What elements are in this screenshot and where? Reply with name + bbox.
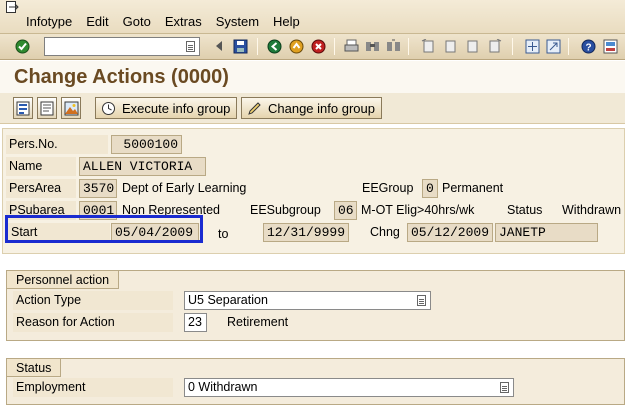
change-date-value: 05/12/2009 bbox=[407, 223, 493, 242]
eegroup-code: 0 bbox=[422, 179, 438, 198]
back-icon[interactable] bbox=[266, 38, 282, 54]
menu-help[interactable]: Help bbox=[273, 14, 300, 29]
persarea-code: 3570 bbox=[79, 179, 117, 198]
status-group: Status Employment 0 Withdrawn bbox=[6, 358, 625, 405]
help-icon[interactable]: ? bbox=[580, 38, 596, 54]
print-icon[interactable] bbox=[343, 38, 359, 54]
eegroup-label: EEGroup bbox=[362, 181, 414, 195]
menu-bar: Infotype Edit Goto Extras System Help bbox=[0, 0, 625, 34]
change-info-group-label: Change info group bbox=[268, 100, 375, 116]
eesubgroup-text: M-OT Elig>40hrs/wk bbox=[361, 203, 475, 217]
action-type-value: U5 Separation bbox=[188, 293, 268, 307]
status-text: Withdrawn bbox=[562, 203, 622, 217]
pers-no-value: 5000100 bbox=[111, 135, 182, 154]
employment-dropdown[interactable]: 0 Withdrawn bbox=[184, 378, 514, 397]
dropdown-icon[interactable] bbox=[500, 382, 509, 393]
menu-extras[interactable]: Extras bbox=[165, 14, 202, 29]
personnel-action-group: Personnel action Action Type U5 Separati… bbox=[6, 270, 625, 341]
picture-icon[interactable] bbox=[61, 97, 81, 119]
execute-info-group-button[interactable]: Execute info group bbox=[95, 97, 238, 119]
menu-goto[interactable]: Goto bbox=[123, 14, 151, 29]
personnel-action-title: Personnel action bbox=[7, 271, 120, 289]
cancel-icon[interactable] bbox=[310, 38, 326, 54]
change-info-group-button[interactable]: Change info group bbox=[241, 97, 382, 119]
find-icon[interactable] bbox=[364, 38, 380, 54]
clock-icon bbox=[100, 100, 116, 116]
pers-no-label: Pers.No. bbox=[6, 135, 108, 154]
name-value: ALLEN VICTORIA bbox=[79, 157, 206, 176]
svg-text:?: ? bbox=[585, 42, 591, 53]
eegroup-text: Permanent bbox=[442, 181, 504, 195]
exit-icon[interactable] bbox=[288, 38, 304, 54]
layout-icon[interactable] bbox=[602, 38, 618, 54]
system-menu-icon[interactable] bbox=[6, 1, 20, 14]
save-icon[interactable] bbox=[232, 38, 248, 54]
title-bar: Change Actions (0000) bbox=[0, 61, 625, 93]
back-arrow-icon[interactable] bbox=[211, 38, 227, 54]
next-page-icon[interactable] bbox=[464, 38, 480, 54]
reason-code-input[interactable]: 23 bbox=[184, 313, 207, 332]
persarea-label: PersArea bbox=[6, 179, 76, 198]
menu-infotype[interactable]: Infotype bbox=[26, 14, 72, 29]
application-toolbar: Execute info group Change info group bbox=[0, 93, 625, 124]
persarea-text: Dept of Early Learning bbox=[122, 181, 247, 195]
dropdown-icon[interactable] bbox=[417, 295, 426, 306]
status-group-title: Status bbox=[7, 359, 62, 377]
find-next-icon[interactable] bbox=[385, 38, 401, 54]
execute-info-group-label: Execute info group bbox=[122, 100, 231, 116]
reason-label: Reason for Action bbox=[13, 313, 173, 332]
employment-value: 0 Withdrawn bbox=[188, 380, 258, 394]
to-label: to bbox=[218, 227, 229, 241]
end-date-value: 12/31/9999 bbox=[263, 223, 349, 242]
content-area: Pers.No. 5000100 Name ALLEN VICTORIA Per… bbox=[0, 124, 625, 405]
chng-label: Chng bbox=[370, 225, 400, 239]
eesubgroup-label: EESubgroup bbox=[250, 203, 321, 217]
command-field[interactable] bbox=[44, 37, 200, 56]
previous-page-icon[interactable] bbox=[442, 38, 458, 54]
name-label: Name bbox=[6, 157, 76, 176]
action-type-label: Action Type bbox=[13, 291, 173, 310]
overview-icon[interactable] bbox=[13, 97, 33, 119]
menu-system[interactable]: System bbox=[216, 14, 259, 29]
first-page-icon[interactable] bbox=[420, 38, 436, 54]
eesubgroup-code: 06 bbox=[334, 201, 357, 220]
status-label: Status bbox=[507, 203, 543, 217]
menu-edit[interactable]: Edit bbox=[86, 14, 108, 29]
pencil-icon bbox=[246, 100, 262, 116]
document-icon[interactable] bbox=[37, 97, 57, 119]
action-type-dropdown[interactable]: U5 Separation bbox=[184, 291, 431, 310]
create-session-icon[interactable] bbox=[524, 38, 540, 54]
last-page-icon[interactable] bbox=[486, 38, 502, 54]
start-date-highlight bbox=[5, 215, 203, 243]
page-title: Change Actions (0000) bbox=[14, 66, 229, 88]
enter-icon[interactable] bbox=[14, 38, 30, 54]
command-dropdown-icon[interactable] bbox=[186, 41, 195, 52]
changed-by-value: JANETP bbox=[495, 223, 598, 242]
standard-toolbar: ? bbox=[0, 34, 625, 60]
employment-label: Employment bbox=[13, 378, 173, 397]
reason-text: Retirement bbox=[227, 315, 289, 329]
shortcut-icon[interactable] bbox=[545, 38, 561, 54]
